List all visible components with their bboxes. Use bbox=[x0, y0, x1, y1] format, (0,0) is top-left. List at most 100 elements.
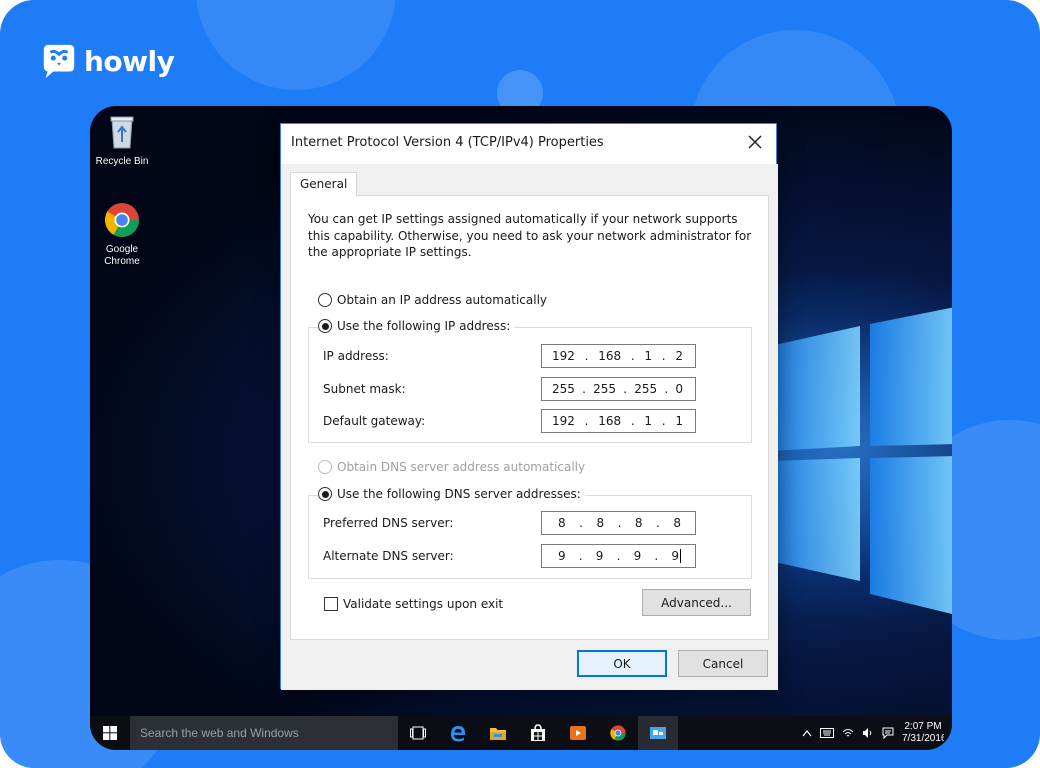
validate-checkbox[interactable] bbox=[324, 597, 338, 611]
preferred-dns-row: Preferred DNS server: 8. 8. 8. 8 bbox=[323, 511, 703, 535]
brand-name: howly bbox=[84, 44, 175, 78]
chrome-icon bbox=[610, 725, 626, 741]
task-view-icon bbox=[410, 726, 426, 740]
octet: 168 bbox=[598, 349, 622, 363]
octet: 1 bbox=[644, 414, 653, 428]
default-gateway-input[interactable]: 192. 168. 1. 1 bbox=[541, 409, 696, 433]
ip-manual-radio[interactable] bbox=[318, 319, 332, 333]
taskbar-clock[interactable]: 2:07 PM 7/31/2016 bbox=[902, 721, 944, 745]
desktop-icon-recycle-bin[interactable]: Recycle Bin bbox=[90, 112, 154, 168]
tab-general[interactable]: General bbox=[290, 172, 358, 196]
octet: 2 bbox=[675, 349, 683, 363]
clock-date: 7/31/2016 bbox=[902, 733, 944, 744]
general-tab-panel: You can get IP settings assigned automat… bbox=[290, 195, 769, 640]
close-button[interactable] bbox=[740, 130, 770, 154]
network-settings-button[interactable] bbox=[638, 716, 678, 750]
ip-address-label: IP address: bbox=[323, 349, 389, 363]
octet: 192 bbox=[552, 349, 575, 363]
network-settings-icon bbox=[650, 727, 666, 739]
alternate-dns-label: Alternate DNS server: bbox=[323, 549, 454, 563]
ip-manual-option[interactable]: Use the following IP address: bbox=[318, 319, 515, 333]
subnet-mask-label: Subnet mask: bbox=[323, 382, 406, 396]
octet: 1 bbox=[644, 349, 653, 363]
default-gateway-label: Default gateway: bbox=[323, 414, 426, 428]
desktop-screen: Recycle Bin Google Chrome Internet Proto… bbox=[90, 106, 952, 750]
windows-wallpaper-logo bbox=[770, 307, 952, 615]
subnet-mask-row: Subnet mask: 255. 255. 255. 0 bbox=[323, 377, 703, 401]
octet: 9 bbox=[558, 549, 566, 563]
advanced-button[interactable]: Advanced... bbox=[642, 589, 751, 616]
ipv4-properties-dialog: Internet Protocol Version 4 (TCP/IPv4) P… bbox=[280, 123, 778, 690]
octet: 255 bbox=[552, 382, 575, 396]
action-center-icon[interactable] bbox=[882, 727, 894, 739]
octet: 1 bbox=[675, 414, 683, 428]
ok-button[interactable]: OK bbox=[577, 650, 667, 677]
task-view-button[interactable] bbox=[398, 716, 438, 750]
preferred-dns-label: Preferred DNS server: bbox=[323, 516, 454, 530]
media-player-icon bbox=[570, 726, 586, 740]
octet: 8 bbox=[558, 516, 566, 530]
octet: 8 bbox=[673, 516, 681, 530]
octet: 9 bbox=[671, 549, 681, 563]
validate-option[interactable]: Validate settings upon exit bbox=[324, 597, 503, 611]
store-icon bbox=[531, 724, 545, 741]
ip-address-row: IP address: 192. 168. 1. 2 bbox=[323, 344, 703, 368]
dns-auto-option[interactable]: Obtain DNS server address automatically bbox=[318, 460, 585, 474]
octet: 8 bbox=[596, 516, 605, 530]
chrome-icon bbox=[105, 203, 139, 237]
desktop-icon-label: Google Chrome bbox=[104, 244, 140, 267]
system-tray: 2:07 PM 7/31/2016 bbox=[802, 716, 944, 750]
wifi-icon[interactable] bbox=[842, 727, 854, 739]
decor-bubble bbox=[196, 0, 396, 90]
octet: 0 bbox=[675, 382, 683, 396]
recycle-bin-icon bbox=[110, 116, 134, 149]
howly-frame: howly Recycle Bin Google Chrome Internet… bbox=[0, 0, 1040, 768]
ip-manual-label: Use the following IP address: bbox=[337, 319, 511, 333]
dns-manual-radio[interactable] bbox=[318, 487, 332, 501]
alternate-dns-input[interactable]: 9. 9. 9. 9 bbox=[541, 544, 696, 568]
dialog-title: Internet Protocol Version 4 (TCP/IPv4) P… bbox=[291, 135, 604, 150]
octet: 8 bbox=[634, 516, 643, 530]
alternate-dns-row: Alternate DNS server: 9. 9. 9. 9 bbox=[323, 544, 703, 568]
cancel-button[interactable]: Cancel bbox=[678, 650, 768, 677]
octet: 9 bbox=[633, 549, 642, 563]
close-icon bbox=[748, 135, 762, 149]
windows-start-icon bbox=[103, 726, 117, 740]
dns-manual-option[interactable]: Use the following DNS server addresses: bbox=[318, 487, 585, 501]
owl-chat-bubble-icon bbox=[43, 44, 75, 79]
file-explorer-button[interactable] bbox=[478, 716, 518, 750]
desktop-icon-chrome[interactable]: Google Chrome bbox=[90, 200, 154, 268]
file-explorer-icon bbox=[490, 728, 506, 740]
ip-address-input[interactable]: 192. 168. 1. 2 bbox=[541, 344, 696, 368]
subnet-mask-input[interactable]: 255. 255. 255. 0 bbox=[541, 377, 696, 401]
brand: howly bbox=[40, 42, 175, 80]
intro-text: You can get IP settings assigned automat… bbox=[308, 212, 752, 259]
octet: 192 bbox=[552, 414, 575, 428]
taskbar-search-box[interactable]: Search the web and Windows bbox=[130, 716, 398, 750]
volume-icon[interactable] bbox=[862, 727, 874, 739]
validate-label: Validate settings upon exit bbox=[343, 597, 504, 611]
dns-auto-label: Obtain DNS server address automatically bbox=[337, 460, 586, 474]
dns-auto-radio[interactable] bbox=[318, 460, 332, 474]
default-gateway-row: Default gateway: 192. 168. 1. 1 bbox=[323, 409, 703, 433]
dialog-body: General You can get IP settings assigned… bbox=[281, 164, 778, 690]
octet: 168 bbox=[598, 414, 622, 428]
chevron-up-icon[interactable] bbox=[802, 729, 812, 737]
edge-button[interactable] bbox=[438, 716, 478, 750]
octet: 9 bbox=[595, 549, 604, 563]
octet: 255 bbox=[634, 382, 658, 396]
ip-auto-option[interactable]: Obtain an IP address automatically bbox=[318, 293, 547, 307]
desktop-icon-label: Recycle Bin bbox=[95, 156, 149, 167]
taskbar: Search the web and Windows 2:07 PM 7/31/… bbox=[90, 716, 952, 750]
ip-auto-label: Obtain an IP address automatically bbox=[337, 293, 548, 307]
preferred-dns-input[interactable]: 8. 8. 8. 8 bbox=[541, 511, 696, 535]
media-player-button[interactable] bbox=[558, 716, 598, 750]
clock-time: 2:07 PM bbox=[904, 721, 942, 732]
edge-icon bbox=[451, 726, 465, 742]
ip-auto-radio[interactable] bbox=[318, 293, 332, 307]
keyboard-icon[interactable] bbox=[820, 728, 834, 738]
start-button[interactable] bbox=[90, 716, 130, 750]
store-button[interactable] bbox=[518, 716, 558, 750]
chrome-taskbar-button[interactable] bbox=[598, 716, 638, 750]
octet: 255 bbox=[593, 382, 617, 396]
